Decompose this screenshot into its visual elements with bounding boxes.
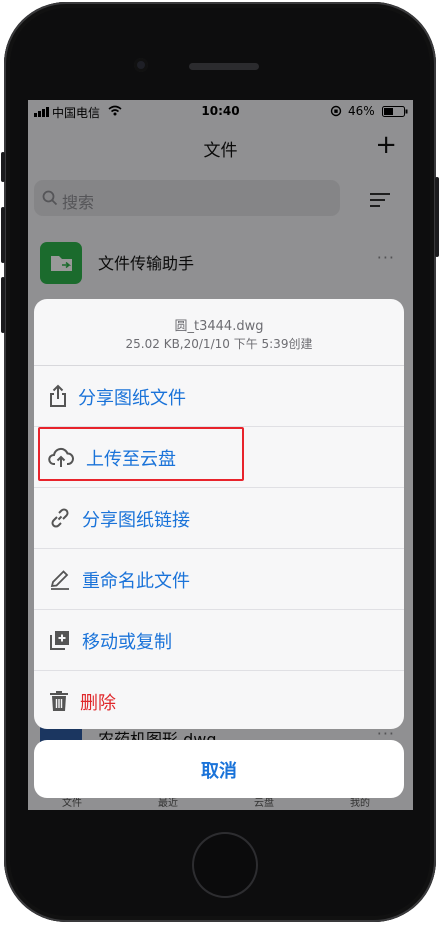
action-share-link[interactable]: 分享图纸链接	[34, 488, 404, 549]
file-name: 圆_t3444.dwg	[174, 319, 264, 334]
volume-down-button	[1, 277, 5, 333]
screen: 中国电信 10:40 46% 文件 + 搜索 文件传输助手 ··· ··· 文件…	[28, 100, 413, 810]
home-button[interactable]	[194, 834, 256, 896]
pencil-icon	[48, 567, 72, 591]
earpiece-speaker	[189, 63, 259, 70]
trash-icon	[47, 689, 71, 713]
action-delete[interactable]: 删除	[34, 671, 404, 729]
action-label: 重命名此文件	[82, 571, 190, 592]
action-sheet: 圆_t3444.dwg 25.02 KB,20/1/10 下午 5:39创建 分…	[34, 299, 404, 729]
link-icon	[48, 506, 72, 530]
action-label: 移动或复制	[82, 632, 172, 653]
volume-up-button	[1, 207, 5, 263]
action-label: 分享图纸链接	[82, 510, 190, 531]
action-label: 删除	[80, 693, 116, 714]
highlight-box	[38, 427, 244, 481]
action-share-file[interactable]: 分享图纸文件	[34, 366, 404, 427]
file-meta: 25.02 KB,20/1/10 下午 5:39创建	[125, 337, 313, 351]
cancel-label: 取消	[201, 761, 237, 782]
action-rename[interactable]: 重命名此文件	[34, 549, 404, 610]
mute-switch	[1, 152, 5, 182]
cancel-button[interactable]: 取消	[34, 740, 404, 798]
sheet-header: 圆_t3444.dwg 25.02 KB,20/1/10 下午 5:39创建	[34, 299, 404, 366]
power-button	[435, 177, 439, 257]
action-label: 分享图纸文件	[78, 388, 186, 409]
action-move-copy[interactable]: 移动或复制	[34, 610, 404, 671]
share-icon	[46, 384, 70, 408]
front-camera	[134, 58, 148, 72]
copy-icon	[48, 628, 72, 652]
